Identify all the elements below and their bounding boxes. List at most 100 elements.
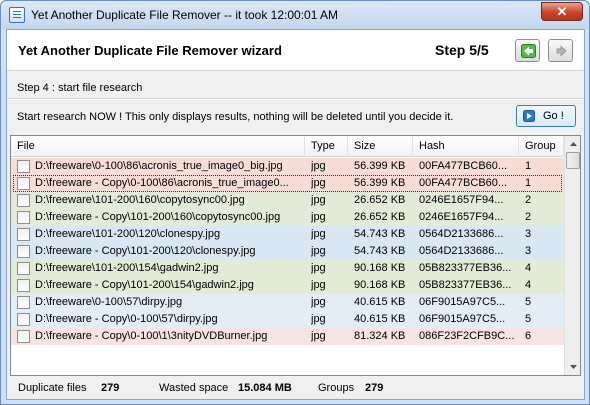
row-checkbox[interactable] — [17, 177, 30, 190]
cell-group: 4 — [525, 262, 532, 274]
cell-hash: 086F23F2CFB9C... — [419, 330, 515, 342]
cell-size: 81.324 KB — [354, 330, 406, 342]
table-row[interactable]: D:\freeware - Copy\0-100\1\3nityDVDBurne… — [11, 328, 564, 345]
row-checkbox[interactable] — [17, 211, 30, 224]
scroll-down-icon[interactable] — [565, 358, 581, 375]
go-button-label: Go ! — [543, 110, 564, 122]
back-button[interactable] — [515, 39, 540, 62]
row-checkbox[interactable] — [17, 194, 30, 207]
cell-group: 2 — [525, 211, 532, 223]
cell-file: D:\freeware - Copy\101-200\154\gadwin2.j… — [35, 279, 254, 291]
column-header-group[interactable]: Group — [519, 136, 564, 157]
cell-type: jpg — [311, 330, 326, 342]
cell-hash: 06F9015A97C5... — [419, 296, 506, 308]
row-checkbox[interactable] — [17, 262, 30, 275]
cell-size: 56.399 KB — [354, 177, 406, 189]
cell-hash: 0246E1657F94... — [419, 211, 504, 223]
cell-hash: 05B823377EB36... — [419, 262, 512, 274]
row-checkbox[interactable] — [17, 330, 30, 343]
cell-hash: 06F9015A97C5... — [419, 313, 506, 325]
cell-file: D:\freeware\101-200\120\clonespy.jpg — [35, 228, 221, 240]
column-header-size[interactable]: Size — [348, 136, 413, 157]
duplicate-files-value: 279 — [101, 382, 120, 394]
wasted-space-label: Wasted space — [159, 382, 229, 394]
column-header-file[interactable]: File — [11, 136, 305, 157]
table-row[interactable]: D:\freeware\101-200\160\copytosync00.jpg… — [11, 192, 564, 209]
app-icon — [9, 7, 25, 23]
cell-size: 40.615 KB — [354, 313, 406, 325]
close-icon: ✕ — [556, 4, 568, 19]
cell-file: D:\freeware - Copy\0-100\1\3nityDVDBurne… — [35, 330, 268, 342]
cell-group: 1 — [525, 160, 532, 172]
table-row[interactable]: D:\freeware\0-100\86\acronis_true_image0… — [11, 158, 564, 175]
column-header-type[interactable]: Type — [305, 136, 348, 157]
wizard-header: Yet Another Duplicate File Remover wizar… — [7, 30, 584, 71]
green-left-arrow-icon — [521, 44, 536, 58]
cell-file: D:\freeware\101-200\160\copytosync00.jpg — [35, 194, 245, 206]
wasted-space-value: 15.084 MB — [238, 382, 292, 394]
row-checkbox[interactable] — [17, 245, 30, 258]
window-title: Yet Another Duplicate File Remover -- it… — [31, 8, 339, 22]
cell-type: jpg — [311, 160, 326, 172]
cell-size: 40.615 KB — [354, 296, 406, 308]
scroll-up-icon[interactable] — [565, 136, 581, 153]
table-row[interactable]: D:\freeware - Copy\101-200\160\copytosyn… — [11, 209, 564, 226]
go-button[interactable]: Go ! — [516, 105, 576, 127]
row-checkbox[interactable] — [17, 313, 30, 326]
table-row[interactable]: D:\freeware - Copy\0-100\86\acronis_true… — [11, 175, 564, 192]
cell-file: D:\freeware - Copy\101-200\120\clonespy.… — [35, 245, 256, 257]
row-checkbox[interactable] — [17, 160, 30, 173]
close-button[interactable]: ✕ — [541, 2, 583, 21]
cell-type: jpg — [311, 211, 326, 223]
duplicate-files-label: Duplicate files — [18, 382, 87, 394]
wizard-panel: Yet Another Duplicate File Remover wizar… — [6, 29, 585, 400]
column-header-hash[interactable]: Hash — [413, 136, 519, 157]
table-row[interactable]: D:\freeware - Copy\101-200\120\clonespy.… — [11, 243, 564, 260]
cell-size: 54.743 KB — [354, 228, 406, 240]
cell-hash: 00FA477BCB60... — [419, 177, 508, 189]
row-checkbox[interactable] — [17, 279, 30, 292]
table-row[interactable]: D:\freeware\101-200\120\clonespy.jpg jpg 5… — [11, 226, 564, 243]
cell-type: jpg — [311, 313, 326, 325]
cell-size: 26.652 KB — [354, 194, 406, 206]
row-checkbox[interactable] — [17, 296, 30, 309]
cell-file: D:\freeware\101-200\154\gadwin2.jpg — [35, 262, 219, 274]
step-indicator: Step 5/5 — [435, 42, 489, 58]
cell-group: 5 — [525, 313, 532, 325]
cell-group: 5 — [525, 296, 532, 308]
cell-group: 6 — [525, 330, 532, 342]
cell-type: jpg — [311, 177, 326, 189]
cell-hash: 00FA477BCB60... — [419, 160, 508, 172]
results-table[interactable]: File Type Size Hash Group D:\freeware\0-… — [10, 135, 581, 376]
instruction-text: Start research NOW ! This only displays … — [17, 111, 454, 123]
divider-highlight — [7, 99, 584, 100]
vertical-scrollbar[interactable] — [564, 136, 581, 375]
table-row[interactable]: D:\freeware - Copy\101-200\154\gadwin2.j… — [11, 277, 564, 294]
cell-size: 90.168 KB — [354, 279, 406, 291]
cell-type: jpg — [311, 296, 326, 308]
gray-right-arrow-icon — [556, 45, 567, 57]
table-row[interactable]: D:\freeware\0-100\57\dirpy.jpg jpg 40.615 … — [11, 294, 564, 311]
cell-hash: 05B823377EB36... — [419, 279, 512, 291]
cell-hash: 0564D2133686... — [419, 228, 504, 240]
forward-button[interactable] — [548, 39, 573, 62]
table-row[interactable]: D:\freeware\101-200\154\gadwin2.jpg jpg 90… — [11, 260, 564, 277]
cell-type: jpg — [311, 194, 326, 206]
cell-file: D:\freeware\0-100\86\acronis_true_image0… — [35, 160, 283, 172]
play-arrow-icon — [523, 110, 535, 122]
cell-group: 1 — [525, 177, 532, 189]
table-row[interactable]: D:\freeware - Copy\0-100\57\dirpy.jpg jpg… — [11, 311, 564, 328]
app-window: Yet Another Duplicate File Remover -- it… — [0, 0, 590, 405]
cell-type: jpg — [311, 262, 326, 274]
cell-size: 26.652 KB — [354, 211, 406, 223]
cell-size: 56.399 KB — [354, 160, 406, 172]
cell-size: 54.743 KB — [354, 245, 406, 257]
groups-label: Groups — [318, 382, 355, 394]
cell-group: 2 — [525, 194, 532, 206]
cell-file: D:\freeware - Copy\101-200\160\copytosyn… — [35, 211, 281, 223]
row-checkbox[interactable] — [17, 228, 30, 241]
cell-hash: 0246E1657F94... — [419, 194, 504, 206]
cell-type: jpg — [311, 228, 326, 240]
scroll-thumb[interactable] — [566, 152, 580, 169]
title-bar[interactable]: Yet Another Duplicate File Remover -- it… — [1, 1, 589, 29]
